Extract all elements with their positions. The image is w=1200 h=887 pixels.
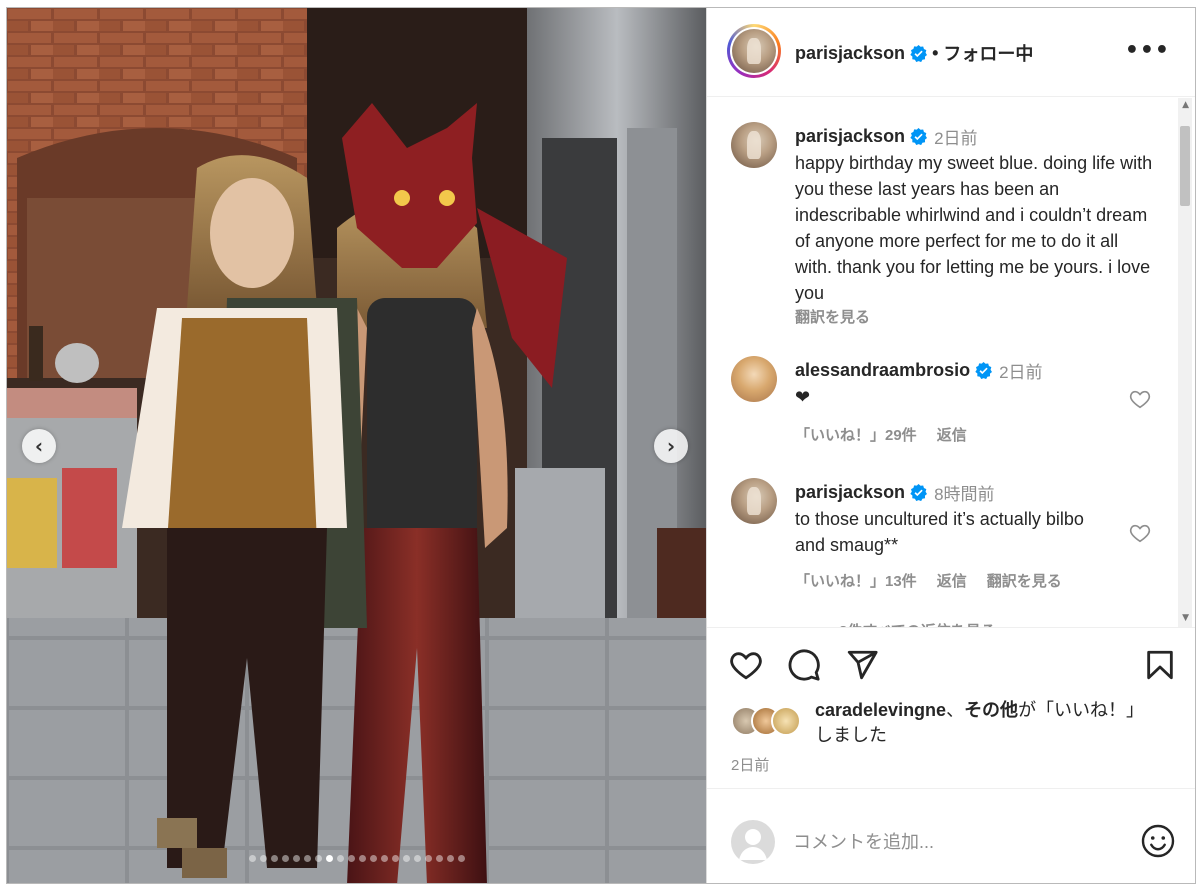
caption-avatar[interactable]: [731, 122, 777, 168]
verified-badge-icon: [910, 127, 928, 145]
comment-input[interactable]: [793, 825, 1113, 859]
add-comment-bar: [707, 788, 1195, 883]
comment-time: 8時間前: [934, 484, 995, 504]
carousel-dot: [314, 855, 322, 862]
instagram-post-modal: ‹ › parisjackson • フォロー中 ••• parisjackso…: [6, 7, 1196, 884]
follow-status-button[interactable]: フォロー中: [943, 40, 1033, 66]
comments-section: parisjackson 2日前 happy birthday my sweet…: [707, 98, 1195, 628]
carousel-dot: [259, 855, 267, 862]
comment-avatar[interactable]: [731, 478, 777, 524]
carousel-dot: [369, 855, 377, 862]
post-header: parisjackson • フォロー中 •••: [707, 8, 1195, 97]
reply-button[interactable]: 返信: [937, 424, 967, 445]
carousel-dot: [391, 855, 399, 862]
scroll-up-arrow-icon[interactable]: ▲: [1182, 100, 1189, 110]
caption-username[interactable]: parisjackson: [795, 126, 905, 147]
carousel-dot: [424, 855, 432, 862]
comment-username[interactable]: parisjackson: [795, 482, 905, 503]
view-replies-link[interactable]: 3件すべての返信を見る: [795, 620, 996, 627]
translate-link[interactable]: 翻訳を見る: [987, 570, 1062, 591]
scroll-down-arrow-icon[interactable]: ▼: [1182, 613, 1189, 623]
carousel-prev-button[interactable]: ‹: [22, 429, 56, 463]
comment-icon[interactable]: [787, 648, 821, 682]
more-options-button[interactable]: •••: [1125, 38, 1170, 63]
liked-by-others-link[interactable]: その他: [964, 700, 1018, 720]
comment-time: 2日前: [999, 362, 1043, 382]
comment-avatar[interactable]: [731, 356, 777, 402]
comment-text: ❤: [795, 387, 811, 407]
carousel-indicator: [7, 855, 706, 862]
carousel-dot: [336, 855, 344, 862]
carousel-dot: [358, 855, 366, 862]
carousel-dot: [292, 855, 300, 862]
chevron-right-icon: ›: [666, 434, 676, 458]
author-username[interactable]: parisjackson: [795, 43, 905, 64]
comment-likes-count[interactable]: 「いいね！」13件: [795, 570, 917, 591]
carousel-dot: [281, 855, 289, 862]
carousel-dot: [248, 855, 256, 862]
verified-badge-icon: [975, 361, 993, 379]
carousel-dot: [435, 855, 443, 862]
post-actions: [707, 648, 1195, 688]
carousel-dot: [303, 855, 311, 862]
carousel-dot: [380, 855, 388, 862]
chevron-left-icon: ‹: [34, 434, 44, 458]
liked-by-text: caradelevingne、その他が「いいね！」しました: [815, 698, 1155, 748]
carousel-dot: [347, 855, 355, 862]
more-icon: •••: [1124, 38, 1170, 63]
verified-badge-icon: [910, 44, 928, 62]
comment-username[interactable]: alessandraambrosio: [795, 360, 970, 381]
post-date[interactable]: 2日前: [731, 754, 769, 775]
bookmark-icon[interactable]: [1143, 648, 1177, 682]
carousel-dot: [270, 855, 278, 862]
header-separator: •: [932, 42, 939, 63]
translate-link[interactable]: 翻訳を見る: [795, 306, 870, 327]
carousel-dot: [325, 855, 333, 862]
reply-button[interactable]: 返信: [937, 570, 967, 591]
emoji-icon[interactable]: [1140, 823, 1176, 859]
carousel-dot: [402, 855, 410, 862]
liker-avatar: [771, 706, 801, 736]
author-info: parisjackson • フォロー中: [795, 40, 1033, 66]
comment-likes-count[interactable]: 「いいね！」29件: [795, 424, 917, 445]
current-user-avatar: [731, 820, 775, 864]
post-photo[interactable]: ‹ ›: [7, 8, 706, 883]
share-icon[interactable]: [845, 648, 879, 682]
photo-illustration: [7, 8, 706, 883]
scroll-thumb[interactable]: [1180, 126, 1190, 206]
carousel-dot: [413, 855, 421, 862]
post-side-panel: parisjackson • フォロー中 ••• parisjackson 2日…: [706, 8, 1195, 883]
comment-like-heart-icon[interactable]: [1129, 388, 1151, 410]
carousel-dot: [446, 855, 454, 862]
liker-username[interactable]: caradelevingne: [815, 700, 946, 720]
view-replies-label: 3件すべての返信を見る: [839, 620, 996, 627]
carousel-dot: [457, 855, 465, 862]
liked-by-joiner: 、: [946, 700, 965, 720]
verified-badge-icon: [910, 483, 928, 501]
caption-time: 2日前: [934, 128, 978, 148]
author-avatar[interactable]: [727, 24, 781, 78]
heart-icon[interactable]: [729, 648, 763, 682]
caption-text: happy birthday my sweet blue. doing life…: [795, 153, 1153, 303]
liked-by-avatars[interactable]: [731, 706, 811, 738]
comment-like-heart-icon[interactable]: [1129, 522, 1151, 544]
comment-text: to those uncultured it’s actually bilbo …: [795, 509, 1084, 555]
carousel-next-button[interactable]: ›: [654, 429, 688, 463]
